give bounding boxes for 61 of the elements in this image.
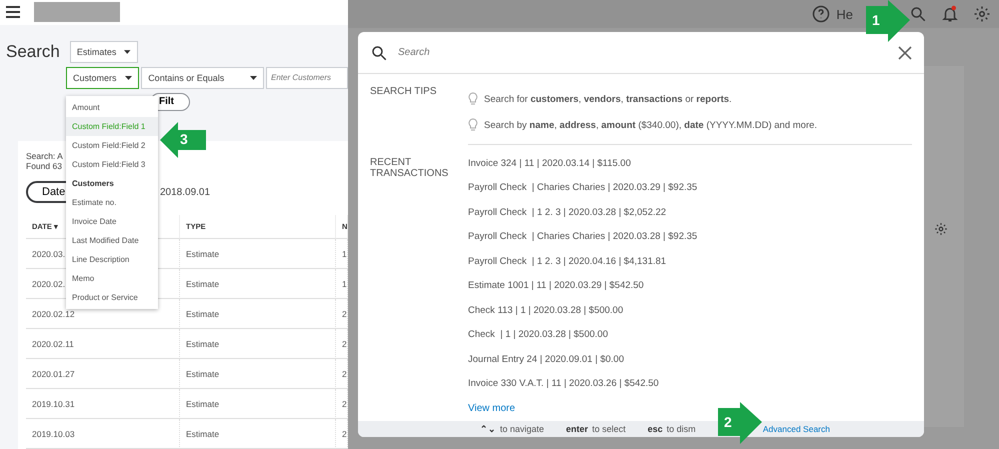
left-arrow-callout [160,122,206,158]
page-title: Search [6,42,60,62]
lightbulb-icon [468,92,478,106]
menu-item[interactable]: Line Description [66,250,158,269]
settings-icon [973,5,991,23]
caret-icon [124,50,131,54]
menu-item[interactable]: Memo [66,269,158,288]
help-icon [812,5,830,23]
keyboard-hint: esc to dism [648,424,696,434]
table-cell: Estimate [180,359,336,389]
recent-transaction[interactable]: Payroll Check | 1 2. 3 | 2020.04.16 | $4,131.81 [468,249,912,274]
table-cell: Estimate [180,419,336,449]
bell-icon[interactable] [941,5,959,23]
table-cell: Estimate [180,239,336,269]
table-cell: Estimate [180,329,336,359]
table-cell: 2019.10.03 [26,419,180,449]
recent-transaction[interactable]: Payroll Check | 1 2. 3 | 2020.03.28 | $2,052.22 [468,200,912,225]
search-icon [909,5,927,23]
recent-transaction[interactable]: Estimate 1001 | 11 | 2020.03.29 | $542.50 [468,274,912,298]
search-icon [370,44,388,62]
section-label: RECENT TRANSACTIONS [370,157,450,182]
table-cell: Estimate [180,269,336,299]
table-cell: Estimate [180,389,336,419]
advanced-search-link[interactable]: Advanced Search [762,424,830,434]
callout-number: 2 [724,414,732,430]
menu-item[interactable]: Invoice Date [66,212,158,231]
recent-transaction[interactable]: Invoice 324 | 11 | 2020.03.14 | $115.00 [468,151,912,176]
field-dropdown[interactable]: Customers [66,66,140,89]
menu-item[interactable]: Custom Field:Field 3 [66,155,158,174]
value-field[interactable]: Enter Customers [266,66,348,89]
table-cell: 2020.01.27 [26,359,180,389]
keyboard-hint: enter to select [566,424,626,434]
operator-dropdown[interactable]: Contains or Equals [141,66,264,89]
menu-item[interactable]: Custom Field:Field 2 [66,136,158,155]
recent-transaction[interactable]: Journal Entry 24 | 2020.09.01 | $0.00 [468,347,912,372]
caret-icon [250,76,257,80]
view-more-link[interactable]: View more [468,402,516,414]
menu-icon[interactable] [6,6,20,18]
recent-transaction[interactable]: Invoice 330 V.A.T. | 11 | 2020.03.26 | $542.50 [468,372,912,396]
lightbulb-icon [468,118,478,132]
keyboard-hint: ⌃⌄ to navigate [480,424,544,434]
search-tip: Search by name, address, amount ($340.00), date (YYYY.MM.DD) and more. [484,120,818,131]
help-label[interactable]: He [836,6,853,22]
date-range: 2018.09.01 [160,186,210,198]
recent-transaction[interactable]: Check | 1 | 2020.03.28 | $500.00 [468,322,912,348]
close-icon[interactable] [898,46,912,60]
recent-transaction[interactable]: Check 113 | 1 | 2020.03.28 | $500.00 [468,298,912,323]
gear-icon [934,222,948,236]
callout-number: 3 [180,131,188,147]
callout-number: 1 [872,12,880,28]
caret-icon [125,76,132,80]
result-summary: Found 63 [26,161,62,171]
table-cell: 2019.10.31 [26,389,180,419]
result-summary: Search: A [26,151,63,161]
section-label: SEARCH TIPS [370,86,438,100]
type-dropdown[interactable]: Estimates [70,40,138,63]
table-cell: Estimate [180,299,336,329]
recent-transaction[interactable]: Payroll Check | Charies Charies | 2020.03.28 | $92.35 [468,224,912,250]
recent-transaction[interactable]: Payroll Check | Charies Charies | 2020.03.29 | $92.35 [468,176,912,200]
table-cell: 2020.02.11 [26,329,180,359]
search-tip: Search for customers, vendors, transactions or reports. [484,94,732,105]
